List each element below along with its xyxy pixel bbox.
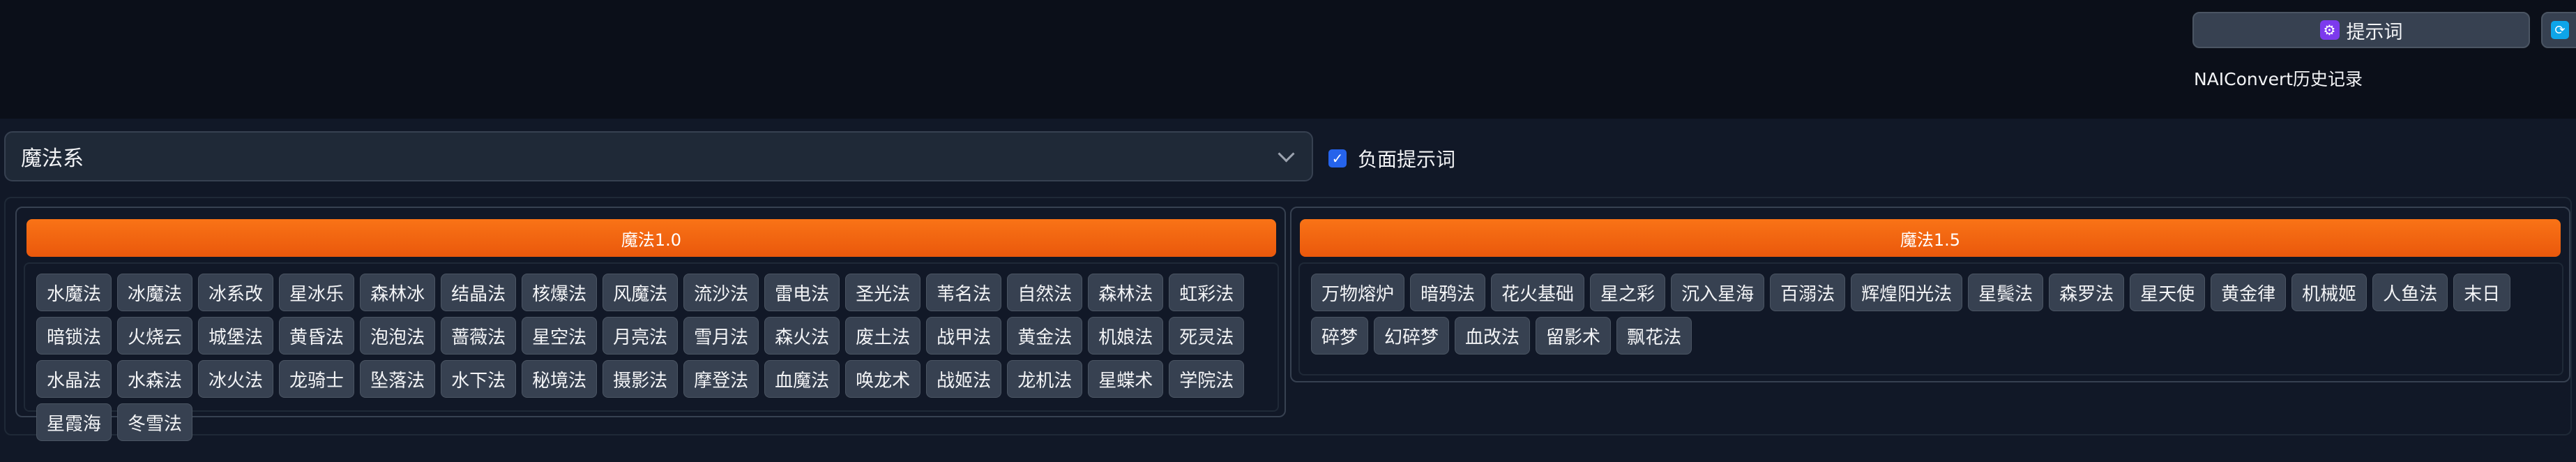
prompt-chip[interactable]: 秘境法 <box>522 360 598 398</box>
prompt-chip[interactable]: 虹彩法 <box>1169 274 1245 311</box>
top-bar: ⚙ 提示词 ⟳ NAIConvert历史记录 <box>0 0 2576 119</box>
prompt-chip[interactable]: 冰火法 <box>198 360 274 398</box>
prompt-chip[interactable]: 冬雪法 <box>117 403 193 441</box>
category-select[interactable]: 魔法系 <box>4 131 1313 181</box>
prompt-chip[interactable]: 花火基础 <box>1491 274 1585 311</box>
prompt-chip[interactable]: 雷电法 <box>764 274 840 311</box>
prompt-chip[interactable]: 冰魔法 <box>117 274 193 311</box>
prompt-chip[interactable]: 星空法 <box>522 317 598 355</box>
prompt-chip[interactable]: 废土法 <box>845 317 921 355</box>
panel-magic-1-5: 魔法1.5 万物熔炉 暗鸦法 花火基础 星之彩 沉入星海 百溺法 辉煌阳光法 星鬓法 森罗法 星天… <box>1290 207 2570 382</box>
prompt-chip[interactable]: 水森法 <box>117 360 193 398</box>
prompt-chip[interactable]: 黄金法 <box>1007 317 1083 355</box>
prompt-chip[interactable]: 月亮法 <box>603 317 679 355</box>
prompt-chip[interactable]: 冰系改 <box>198 274 274 311</box>
category-select-value: 魔法系 <box>21 147 84 171</box>
prompt-chip[interactable]: 战甲法 <box>926 317 1002 355</box>
chip-list: 万物熔炉 暗鸦法 花火基础 星之彩 沉入星海 百溺法 辉煌阳光法 星鬓法 森罗法 星天使 黄金律 机械… <box>1311 274 2559 355</box>
prompt-chip[interactable]: 摩登法 <box>683 360 759 398</box>
prompt-button-label: 提示词 <box>2346 21 2403 43</box>
prompt-chip[interactable]: 黄金律 <box>2211 274 2287 311</box>
prompt-chip[interactable]: 苇名法 <box>926 274 1002 311</box>
prompt-chip[interactable]: 留影术 <box>1536 317 1612 355</box>
prompt-chip[interactable]: 星鬓法 <box>1968 274 2044 311</box>
prompt-chip[interactable]: 碎梦 <box>1311 317 1369 355</box>
prompt-chip[interactable]: 学院法 <box>1169 360 1245 398</box>
prompt-chip[interactable]: 辉煌阳光法 <box>1851 274 1963 311</box>
prompt-chip[interactable]: 水晶法 <box>36 360 112 398</box>
prompt-chip[interactable]: 摄影法 <box>603 360 679 398</box>
chip-list: 水魔法 冰魔法 冰系改 星冰乐 森林冰 结晶法 核爆法 风魔法 流沙法 雷电法 圣光法 苇名法 自然法森… <box>36 274 1278 441</box>
prompt-chip[interactable]: 坠落法 <box>360 360 436 398</box>
prompt-chip[interactable]: 泡泡法 <box>360 317 436 355</box>
prompt-chip[interactable]: 自然法 <box>1007 274 1083 311</box>
prompt-chip[interactable]: 暗锁法 <box>36 317 112 355</box>
prompt-chip[interactable]: 星霞海 <box>36 403 112 441</box>
prompt-chip[interactable]: 风魔法 <box>603 274 679 311</box>
prompt-chip[interactable]: 龙机法 <box>1007 360 1083 398</box>
prompt-button[interactable]: ⚙ 提示词 <box>2192 12 2530 48</box>
prompt-chip[interactable]: 森火法 <box>764 317 840 355</box>
panel-header-button[interactable]: 魔法1.0 <box>26 219 1276 257</box>
prompt-chip[interactable]: 森林法 <box>1088 274 1164 311</box>
prompt-chip[interactable]: 机械姬 <box>2291 274 2367 311</box>
prompt-chip[interactable]: 城堡法 <box>198 317 274 355</box>
chevron-down-icon <box>1278 145 1295 163</box>
prompt-chip[interactable]: 森罗法 <box>2049 274 2125 311</box>
prompt-chip[interactable]: 星天使 <box>2130 274 2206 311</box>
prompt-chip[interactable]: 圣光法 <box>845 274 921 311</box>
prompt-chip[interactable]: 人鱼法 <box>2372 274 2448 311</box>
prompt-chip[interactable]: 水下法 <box>441 360 517 398</box>
refresh-button[interactable]: ⟳ <box>2541 12 2576 48</box>
prompt-chip[interactable]: 流沙法 <box>683 274 759 311</box>
prompt-chip[interactable]: 血魔法 <box>764 360 840 398</box>
prompt-chip[interactable]: 黄昏法 <box>279 317 355 355</box>
prompt-chip[interactable]: 蔷薇法 <box>441 317 517 355</box>
negative-prompt-checkbox[interactable]: ✓ <box>1328 149 1347 167</box>
prompt-chip[interactable]: 百溺法 <box>1770 274 1846 311</box>
panel-magic-1-0: 魔法1.0 水魔法 冰魔法 冰系改 星冰乐 森林冰 结晶法 核爆法 风魔法 流沙法 雷电法 圣光法苇… <box>15 207 1286 441</box>
prompt-chip[interactable]: 火烧云 <box>117 317 193 355</box>
history-link[interactable]: NAIConvert历史记录 <box>2194 66 2363 91</box>
prompt-chip[interactable]: 沉入星海 <box>1671 274 1765 311</box>
prompt-chip[interactable]: 唤龙术 <box>845 360 921 398</box>
prompt-chip[interactable]: 雪月法 <box>683 317 759 355</box>
panel-header-button[interactable]: 魔法1.5 <box>1300 219 2561 257</box>
negative-prompt-toggle[interactable]: ✓ 负面提示词 <box>1328 144 1455 172</box>
prompt-chip[interactable]: 幻碎梦 <box>1374 317 1450 355</box>
refresh-icon: ⟳ <box>2551 21 2569 39</box>
prompt-chip[interactable]: 战姬法 <box>926 360 1002 398</box>
prompt-chip[interactable]: 机娘法 <box>1088 317 1164 355</box>
prompt-chip[interactable]: 末日 <box>2453 274 2511 311</box>
prompt-chip[interactable]: 结晶法 <box>441 274 517 311</box>
prompt-chip[interactable]: 星蝶术 <box>1088 360 1164 398</box>
prompt-chip[interactable]: 万物熔炉 <box>1311 274 1405 311</box>
prompt-chip[interactable]: 水魔法 <box>36 274 112 311</box>
prompt-chip[interactable]: 血改法 <box>1455 317 1531 355</box>
gear-icon: ⚙ <box>2319 20 2340 40</box>
prompt-chip[interactable]: 星之彩 <box>1590 274 1666 311</box>
negative-prompt-label: 负面提示词 <box>1358 148 1456 171</box>
prompt-chip[interactable]: 暗鸦法 <box>1410 274 1486 311</box>
prompt-chip[interactable]: 核爆法 <box>522 274 598 311</box>
prompt-chip[interactable]: 龙骑士 <box>279 360 355 398</box>
prompt-chip[interactable]: 星冰乐 <box>279 274 355 311</box>
prompt-chip[interactable]: 森林冰 <box>360 274 436 311</box>
prompt-chip[interactable]: 飘花法 <box>1616 317 1692 355</box>
prompt-chip[interactable]: 死灵法 <box>1169 317 1245 355</box>
